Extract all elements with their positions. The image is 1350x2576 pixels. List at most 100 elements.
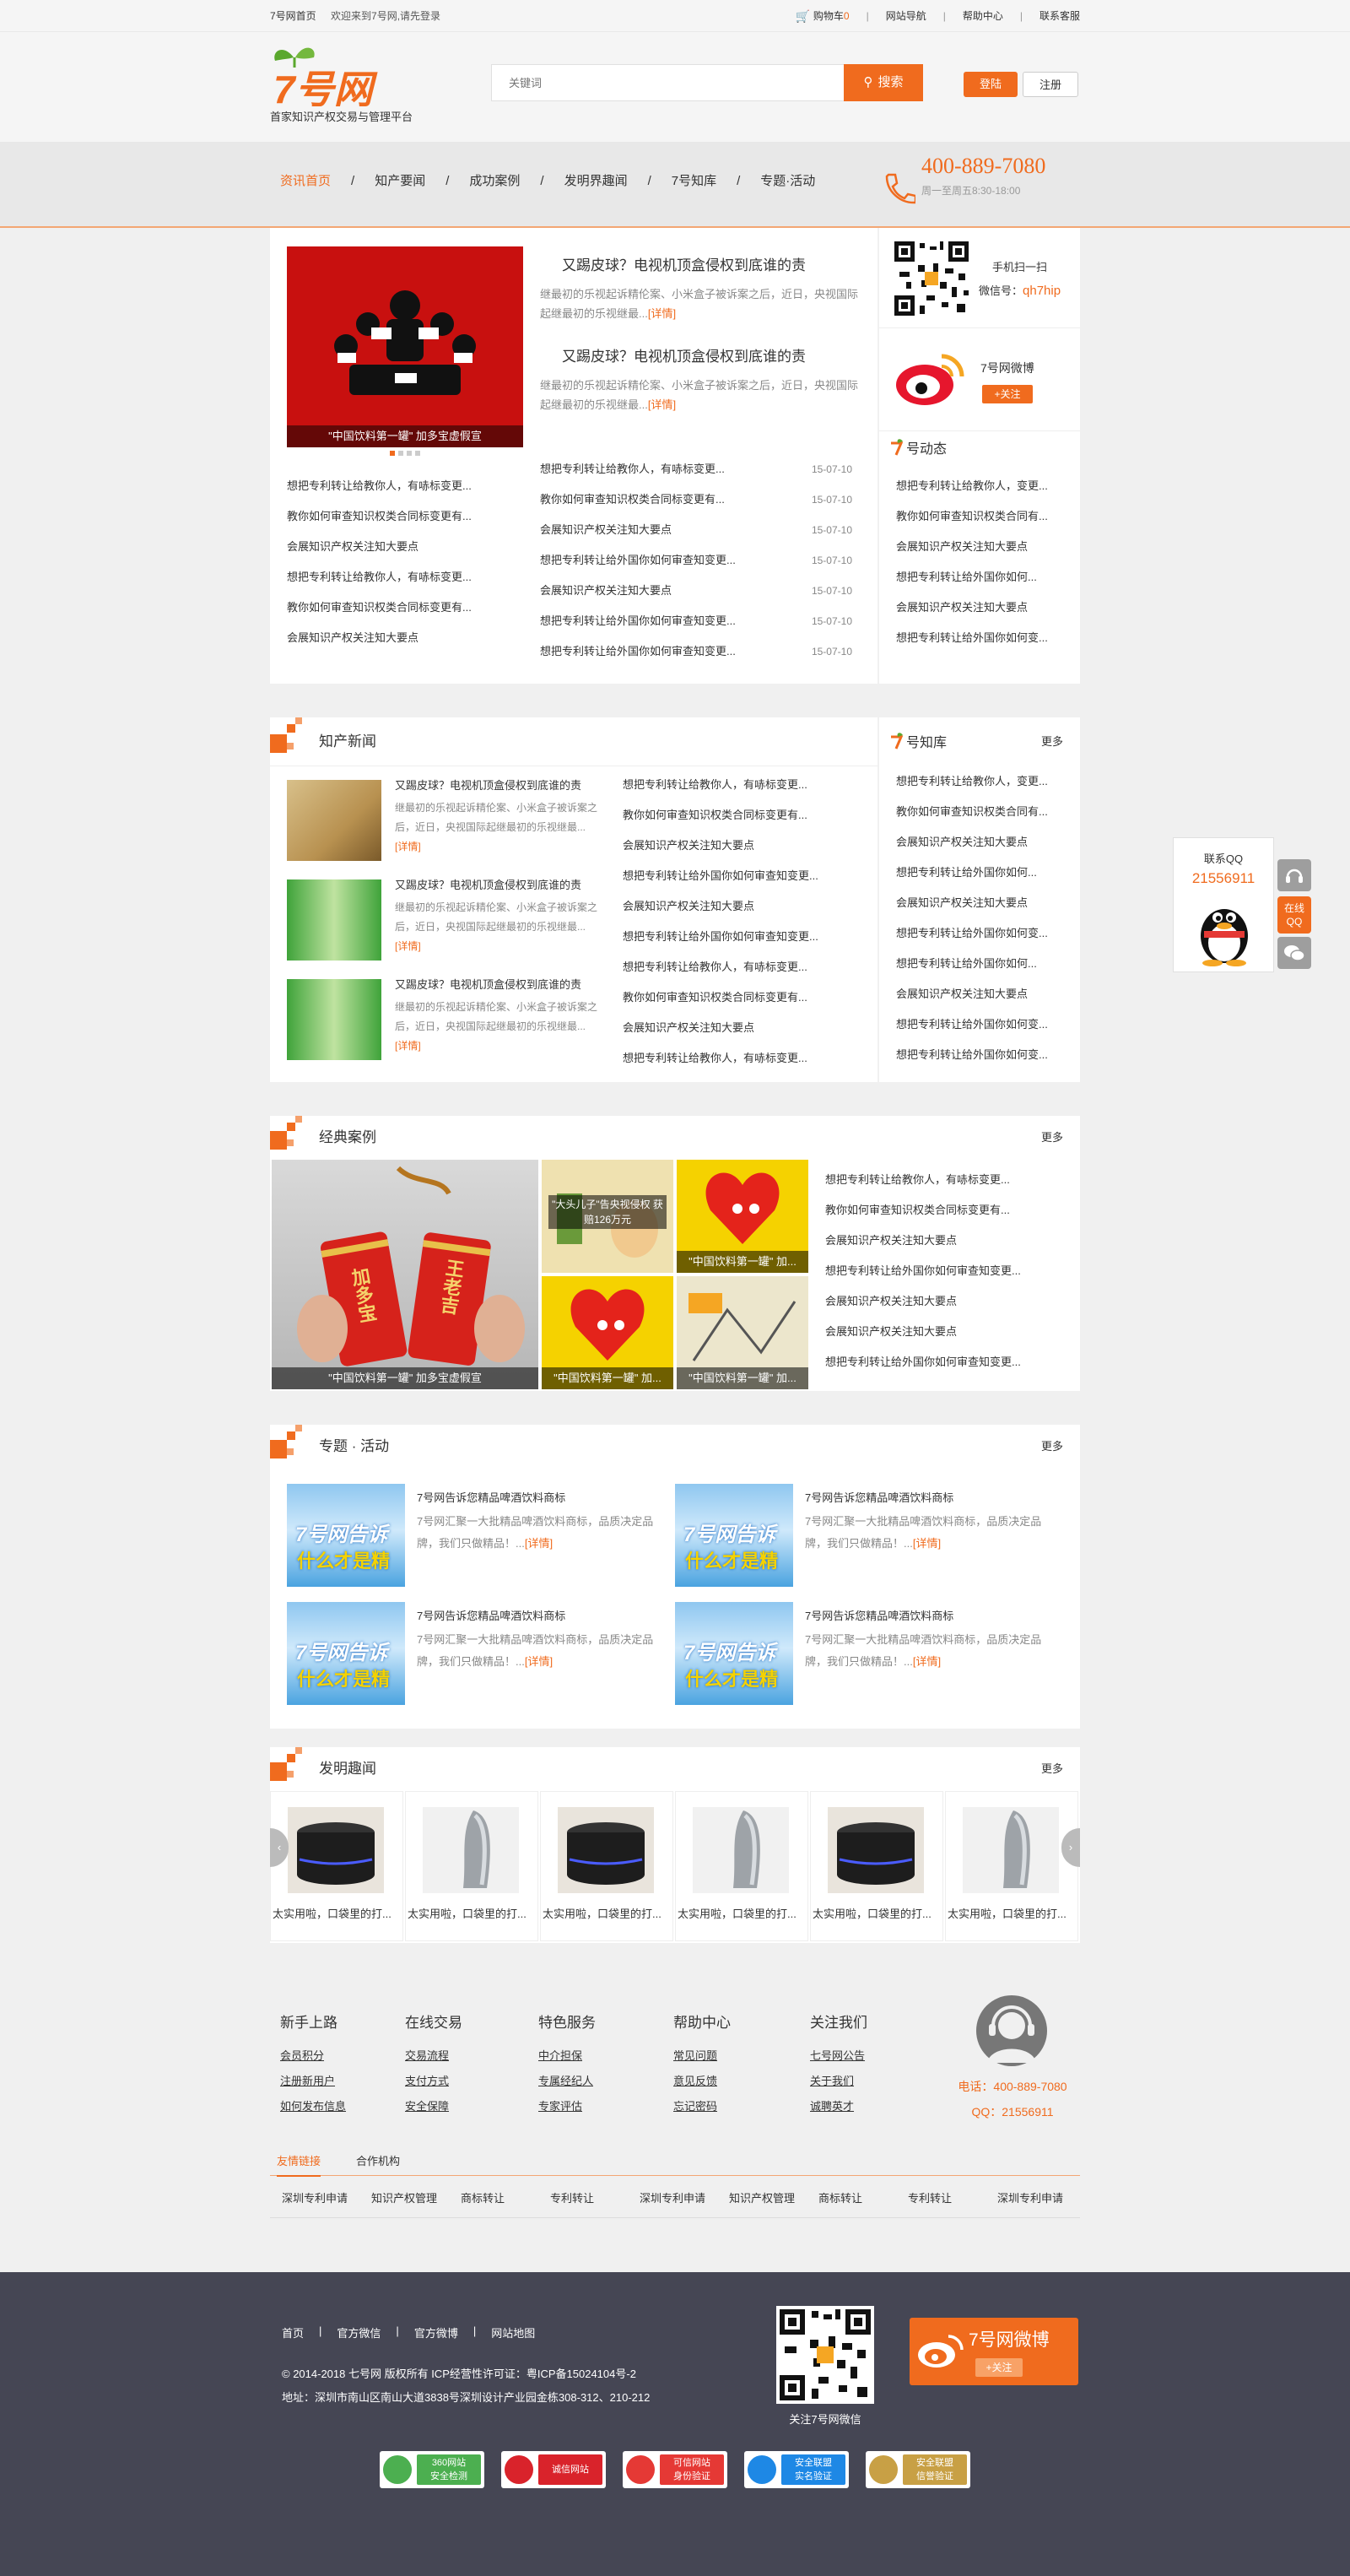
list-item[interactable]: 想把专利转让给外国你如何... — [896, 562, 1069, 593]
help-center-link[interactable]: 帮助中心 — [963, 0, 1003, 32]
bottom-nav-weibo[interactable]: 官方微博 — [414, 2324, 458, 2341]
topic-thumb[interactable]: 7号网告诉 什么才是精 — [675, 1484, 793, 1587]
search-input[interactable] — [492, 65, 762, 100]
list-item[interactable]: 想把专利转让给外国你如何审查知变更... 15-07-10 — [540, 606, 852, 636]
list-item[interactable]: 教你如何审查知识权类合同有... — [896, 797, 1069, 827]
case-main-image[interactable]: 加多宝 王老吉 "中国饮料第一罐" 加多宝虚假宣 — [272, 1160, 538, 1389]
news-thumb[interactable] — [287, 979, 381, 1060]
list-item[interactable]: 想把专利转让给教你人，有哧标变更... — [287, 471, 523, 501]
list-item[interactable]: 想把专利转让给外国你如何变... — [896, 918, 1069, 949]
list-item[interactable]: 会展知识产权关注知大要点 — [825, 1226, 1070, 1256]
footer-link[interactable]: 七号网公告 — [810, 2043, 928, 2069]
nav-item-topics[interactable]: 专题·活动 — [760, 142, 815, 221]
list-item[interactable]: 会展知识产权关注知大要点 — [896, 888, 1069, 918]
friend-link[interactable]: 深圳专利申请 — [640, 2189, 705, 2205]
news-thumb[interactable] — [287, 780, 381, 861]
bottom-nav-wechat[interactable]: 官方微信 — [337, 2324, 381, 2341]
list-item[interactable]: 想把专利转让给外国你如何变... — [896, 1040, 1069, 1070]
friend-link[interactable]: 商标转让 — [461, 2189, 505, 2205]
footer-weibo-card[interactable]: 7号网微博 +关注 — [910, 2318, 1078, 2385]
invention-item[interactable]: 太实用啦，口袋里的打... — [675, 1791, 808, 1941]
invention-item[interactable]: 太实用啦，口袋里的打... — [405, 1791, 538, 1941]
invention-item[interactable]: 太实用啦，口袋里的打... — [945, 1791, 1078, 1941]
more-link[interactable]: 更多 — [1041, 1116, 1063, 1160]
nav-item-zhiku[interactable]: 7号知库 — [672, 142, 716, 221]
footer-link[interactable]: 如何发布信息 — [280, 2094, 398, 2119]
list-item[interactable]: 想把专利转让给外国你如何... — [896, 858, 1069, 888]
list-item[interactable]: 教你如何审查知识权类合同标变更有... — [287, 501, 523, 532]
register-button[interactable]: 注册 — [1023, 72, 1078, 97]
list-item[interactable]: 会展知识产权关注知大要点 — [896, 532, 1069, 562]
detail-link[interactable]: [详情] — [648, 307, 676, 320]
nav-item-home[interactable]: 资讯首页 — [280, 142, 331, 221]
weibo-follow-button[interactable]: +关注 — [982, 385, 1033, 403]
bottom-nav-home[interactable]: 首页 — [282, 2324, 304, 2341]
friend-link[interactable]: 深圳专利申请 — [997, 2189, 1063, 2205]
detail-link[interactable]: [详情] — [395, 940, 421, 952]
list-item[interactable]: 会展知识产权关注知大要点 — [623, 831, 867, 861]
list-item[interactable]: 想把专利转让给外国你如何审查知变更... — [623, 861, 867, 891]
footer-link[interactable]: 诚聘英才 — [810, 2094, 928, 2119]
detail-link[interactable]: [详情] — [913, 1655, 941, 1668]
detail-link[interactable]: [详情] — [395, 841, 421, 852]
slider-dot[interactable] — [407, 451, 412, 456]
list-item[interactable]: 会展知识产权关注知大要点 — [287, 623, 523, 653]
detail-link[interactable]: [详情] — [913, 1537, 941, 1550]
list-item[interactable]: 想把专利转让给外国你如何变... — [896, 623, 1069, 653]
slider-dot[interactable] — [398, 451, 403, 456]
trust-badge[interactable]: 诚信网站 — [501, 2451, 606, 2488]
slider-dot[interactable] — [415, 451, 420, 456]
more-link[interactable]: 更多 — [1041, 1425, 1063, 1469]
detail-link[interactable]: [详情] — [395, 1040, 421, 1052]
list-item[interactable]: 想把专利转让给教你人，有哧标变更... — [287, 562, 523, 593]
float-online-qq-button[interactable]: 在线QQ — [1277, 896, 1311, 934]
list-item[interactable]: 教你如何审查知识权类合同标变更有... — [623, 800, 867, 831]
topbar-home-link[interactable]: 7号网首页 — [270, 10, 316, 22]
list-item[interactable]: 想把专利转让给教你人，变更... — [896, 766, 1069, 797]
friend-link[interactable]: 知识产权管理 — [371, 2189, 437, 2205]
list-item[interactable]: 想把专利转让给外国你如何审查知变更... — [825, 1256, 1070, 1286]
more-link[interactable]: 更多 — [1041, 717, 1063, 766]
list-item[interactable]: 教你如何审查知识权类合同标变更有... 15-07-10 — [540, 484, 852, 515]
detail-link[interactable]: [详情] — [525, 1655, 553, 1668]
list-item[interactable]: 教你如何审查知识权类合同有... — [896, 501, 1069, 532]
slider-dot[interactable] — [390, 451, 395, 456]
list-item[interactable]: 想把专利转让给外国你如何... — [896, 949, 1069, 979]
footer-link[interactable]: 交易流程 — [405, 2043, 523, 2069]
list-item[interactable]: 会展知识产权关注知大要点 15-07-10 — [540, 576, 852, 606]
login-button[interactable]: 登陆 — [964, 72, 1018, 97]
trust-badge[interactable]: 安全联盟 信誉验证 — [866, 2451, 970, 2488]
footer-link[interactable]: 专属经纪人 — [538, 2069, 656, 2094]
list-item[interactable]: 想把专利转让给外国你如何审查知变更... 15-07-10 — [540, 545, 852, 576]
list-item[interactable]: 会展知识产权关注知大要点 — [287, 532, 523, 562]
invention-item[interactable]: 太实用啦，口袋里的打... — [270, 1791, 403, 1941]
case-thumb[interactable]: "中国饮料第一罐" 加... — [677, 1160, 808, 1273]
news-item-title[interactable]: 又踢皮球？电视机顶盒侵权到底谁的责 — [395, 876, 602, 892]
detail-link[interactable]: [详情] — [648, 398, 676, 411]
footer-link[interactable]: 支付方式 — [405, 2069, 523, 2094]
slider[interactable]: "中国饮料第一罐" 加多宝虚假宣 — [287, 246, 523, 447]
footer-link[interactable]: 会员积分 — [280, 2043, 398, 2069]
topic-thumb[interactable]: 7号网告诉 什么才是精 — [287, 1602, 405, 1705]
tab-friend-links[interactable]: 友情链接 — [277, 2152, 321, 2177]
invention-item[interactable]: 太实用啦，口袋里的打... — [540, 1791, 673, 1941]
float-service-icon[interactable] — [1277, 859, 1311, 891]
nav-item-inventions[interactable]: 发明界趣闻 — [564, 142, 628, 221]
footer-link[interactable]: 忘记密码 — [673, 2094, 791, 2119]
list-item[interactable]: 教你如何审查知识权类合同标变更有... — [825, 1195, 1070, 1226]
list-item[interactable]: 会展知识产权关注知大要点 — [896, 827, 1069, 858]
float-wechat-icon[interactable] — [1277, 937, 1311, 969]
footer-link[interactable]: 专家评估 — [538, 2094, 656, 2119]
news-thumb[interactable] — [287, 879, 381, 961]
list-item[interactable]: 想把专利转让给教你人，有哧标变更... — [623, 952, 867, 982]
friend-link[interactable]: 深圳专利申请 — [282, 2189, 348, 2205]
list-item[interactable]: 会展知识产权关注知大要点 — [825, 1286, 1070, 1317]
list-item[interactable]: 会展知识产权关注知大要点 — [896, 979, 1069, 1009]
list-item[interactable]: 会展知识产权关注知大要点 — [623, 1013, 867, 1043]
topic-title[interactable]: 7号网告诉您精品啤酒饮料商标 — [417, 1607, 662, 1623]
site-nav-link[interactable]: 网站导航 — [886, 0, 926, 32]
topic-title[interactable]: 7号网告诉您精品啤酒饮料商标 — [417, 1489, 662, 1505]
headline-title[interactable]: 又踢皮球？电视机顶盒侵权到底谁的责 — [540, 253, 861, 274]
list-item[interactable]: 想把专利转让给教你人，变更... — [896, 471, 1069, 501]
case-thumb[interactable]: "大头儿子"告央视侵权 获赔126万元 — [542, 1160, 673, 1273]
